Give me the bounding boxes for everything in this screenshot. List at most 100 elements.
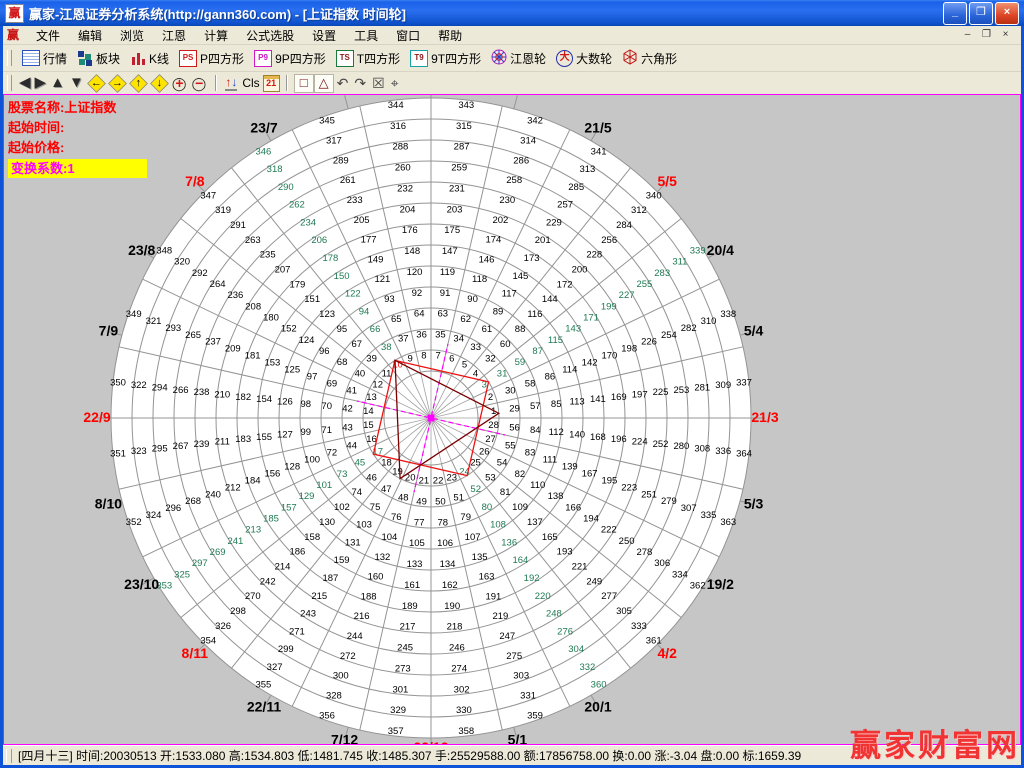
svg-text:347: 347 (200, 190, 216, 201)
svg-text:278: 278 (636, 547, 652, 558)
rotate-cw-icon[interactable]: ↷ (353, 75, 367, 91)
toolbar-grip[interactable] (7, 50, 12, 66)
toolbar-button-P四方形[interactable]: PSP四方形 (174, 48, 249, 69)
svg-text:64: 64 (414, 309, 425, 320)
zoom-out-icon[interactable]: ◯− (192, 75, 208, 92)
svg-text:158: 158 (304, 532, 320, 543)
cls-button[interactable]: Cls (239, 76, 262, 90)
svg-text:326: 326 (215, 621, 231, 632)
svg-text:129: 129 (299, 491, 315, 502)
pan-right-icon[interactable]: → (109, 75, 126, 92)
svg-text:243: 243 (300, 609, 316, 620)
mdi-restore-button[interactable]: ❐ (979, 29, 994, 42)
menu-item-2[interactable]: 浏览 (111, 26, 153, 45)
svg-text:59: 59 (515, 357, 526, 368)
svg-text:340: 340 (646, 190, 662, 201)
calendar-icon[interactable]: 21 (263, 75, 280, 92)
page-up-icon[interactable]: ▲ (50, 74, 65, 92)
menu-item-8[interactable]: 窗口 (387, 26, 429, 45)
toolbar-button-9P四方形[interactable]: P99P四方形 (249, 48, 331, 69)
svg-text:245: 245 (397, 643, 413, 654)
svg-text:65: 65 (391, 314, 402, 325)
svg-text:5/1: 5/1 (508, 732, 528, 745)
prev-icon[interactable]: ◀ (19, 74, 31, 92)
svg-text:106: 106 (437, 538, 453, 549)
pan-left-icon[interactable]: ← (88, 75, 105, 92)
mdi-close-button[interactable]: × (998, 29, 1013, 42)
menu-item-4[interactable]: 计算 (195, 26, 237, 45)
svg-text:240: 240 (205, 489, 221, 500)
pan-down-icon[interactable]: ↓ (151, 75, 168, 92)
boxed-x-icon[interactable]: ☒ (371, 75, 386, 91)
menu-item-5[interactable]: 公式选股 (237, 26, 303, 45)
toolbar-grip[interactable] (7, 75, 12, 91)
conversion-coefficient-field[interactable]: 变换系数:1 (8, 159, 147, 178)
wheel-chart-area[interactable]: 1234567891011121314151617181920212223242… (3, 94, 1021, 745)
toolbar-button-label: 大数轮 (576, 50, 612, 67)
svg-text:93: 93 (384, 294, 395, 305)
center-focus-icon[interactable]: ⌖ (390, 75, 400, 91)
svg-text:351: 351 (110, 448, 126, 459)
triangle-tool-icon[interactable]: △ (314, 74, 334, 93)
toolbar-button-江恩轮[interactable]: 江恩轮 (486, 47, 551, 70)
svg-text:174: 174 (485, 235, 501, 246)
pan-up-icon[interactable]: ↑ (130, 75, 147, 92)
square-tool-icon[interactable]: □ (294, 74, 314, 93)
next-icon[interactable]: ▶ (35, 74, 47, 92)
svg-text:230: 230 (499, 195, 515, 206)
restore-button[interactable]: ❐ (969, 2, 993, 25)
svg-text:176: 176 (402, 225, 418, 236)
svg-text:72: 72 (327, 448, 338, 459)
toolbar-button-板块[interactable]: 板块 (72, 48, 125, 69)
svg-text:183: 183 (235, 434, 251, 445)
menu-item-0[interactable]: 文件 (27, 26, 69, 45)
svg-text:51: 51 (453, 492, 464, 503)
zoom-in-icon[interactable]: ◯+ (172, 75, 188, 92)
mdi-minimize-button[interactable]: – (960, 29, 975, 42)
toolbar-button-K线[interactable]: K线 (125, 48, 174, 69)
svg-text:44: 44 (346, 441, 357, 452)
toolbar-button-T四方形[interactable]: TST四方形 (331, 48, 405, 69)
toolbar-button-大数轮[interactable]: 大大数轮 (551, 48, 617, 69)
updown-arrows-icon[interactable]: ↑↓ (225, 76, 237, 91)
svg-text:360: 360 (591, 680, 607, 691)
svg-text:102: 102 (334, 502, 350, 513)
svg-text:31: 31 (497, 368, 508, 379)
svg-text:159: 159 (334, 555, 350, 566)
svg-text:125: 125 (284, 364, 300, 375)
rotate-ccw-icon[interactable]: ↶ (336, 75, 350, 91)
svg-text:30: 30 (505, 385, 516, 396)
svg-text:135: 135 (472, 552, 488, 563)
svg-text:7/9: 7/9 (99, 323, 119, 339)
svg-text:114: 114 (562, 364, 577, 375)
toolbar-button-行情[interactable]: 行情 (17, 48, 72, 69)
toolbar-button-9T四方形[interactable]: T99T四方形 (405, 48, 486, 69)
menu-item-7[interactable]: 工具 (345, 26, 387, 45)
svg-text:180: 180 (263, 312, 279, 323)
svg-text:305: 305 (616, 606, 632, 617)
svg-text:216: 216 (354, 611, 370, 622)
menu-item-3[interactable]: 江恩 (153, 26, 195, 45)
window-title: 赢家-江恩证券分析系统(http://gann360.com) - [上证指数 … (29, 4, 406, 23)
minimize-button[interactable]: _ (943, 2, 967, 25)
svg-text:192: 192 (524, 573, 540, 584)
svg-text:312: 312 (631, 205, 647, 216)
svg-text:127: 127 (277, 430, 293, 441)
app-logo-icon: 赢 (5, 4, 24, 23)
svg-text:252: 252 (653, 439, 669, 450)
svg-text:46: 46 (366, 472, 377, 483)
toolbar-button-六角形[interactable]: 六角形 (617, 47, 682, 70)
menu-item-1[interactable]: 编辑 (69, 26, 111, 45)
svg-text:80: 80 (482, 502, 493, 513)
menu-item-6[interactable]: 设置 (303, 26, 345, 45)
svg-text:130: 130 (319, 517, 335, 528)
svg-text:36: 36 (416, 330, 427, 341)
svg-text:5/4: 5/4 (744, 323, 764, 339)
svg-text:8/11: 8/11 (182, 645, 209, 661)
close-button[interactable]: × (995, 2, 1019, 25)
page-down-icon[interactable]: ▼ (69, 74, 84, 92)
svg-text:263: 263 (245, 235, 261, 246)
svg-text:228: 228 (586, 250, 602, 261)
menu-item-9[interactable]: 帮助 (429, 26, 471, 45)
svg-text:246: 246 (449, 643, 465, 654)
